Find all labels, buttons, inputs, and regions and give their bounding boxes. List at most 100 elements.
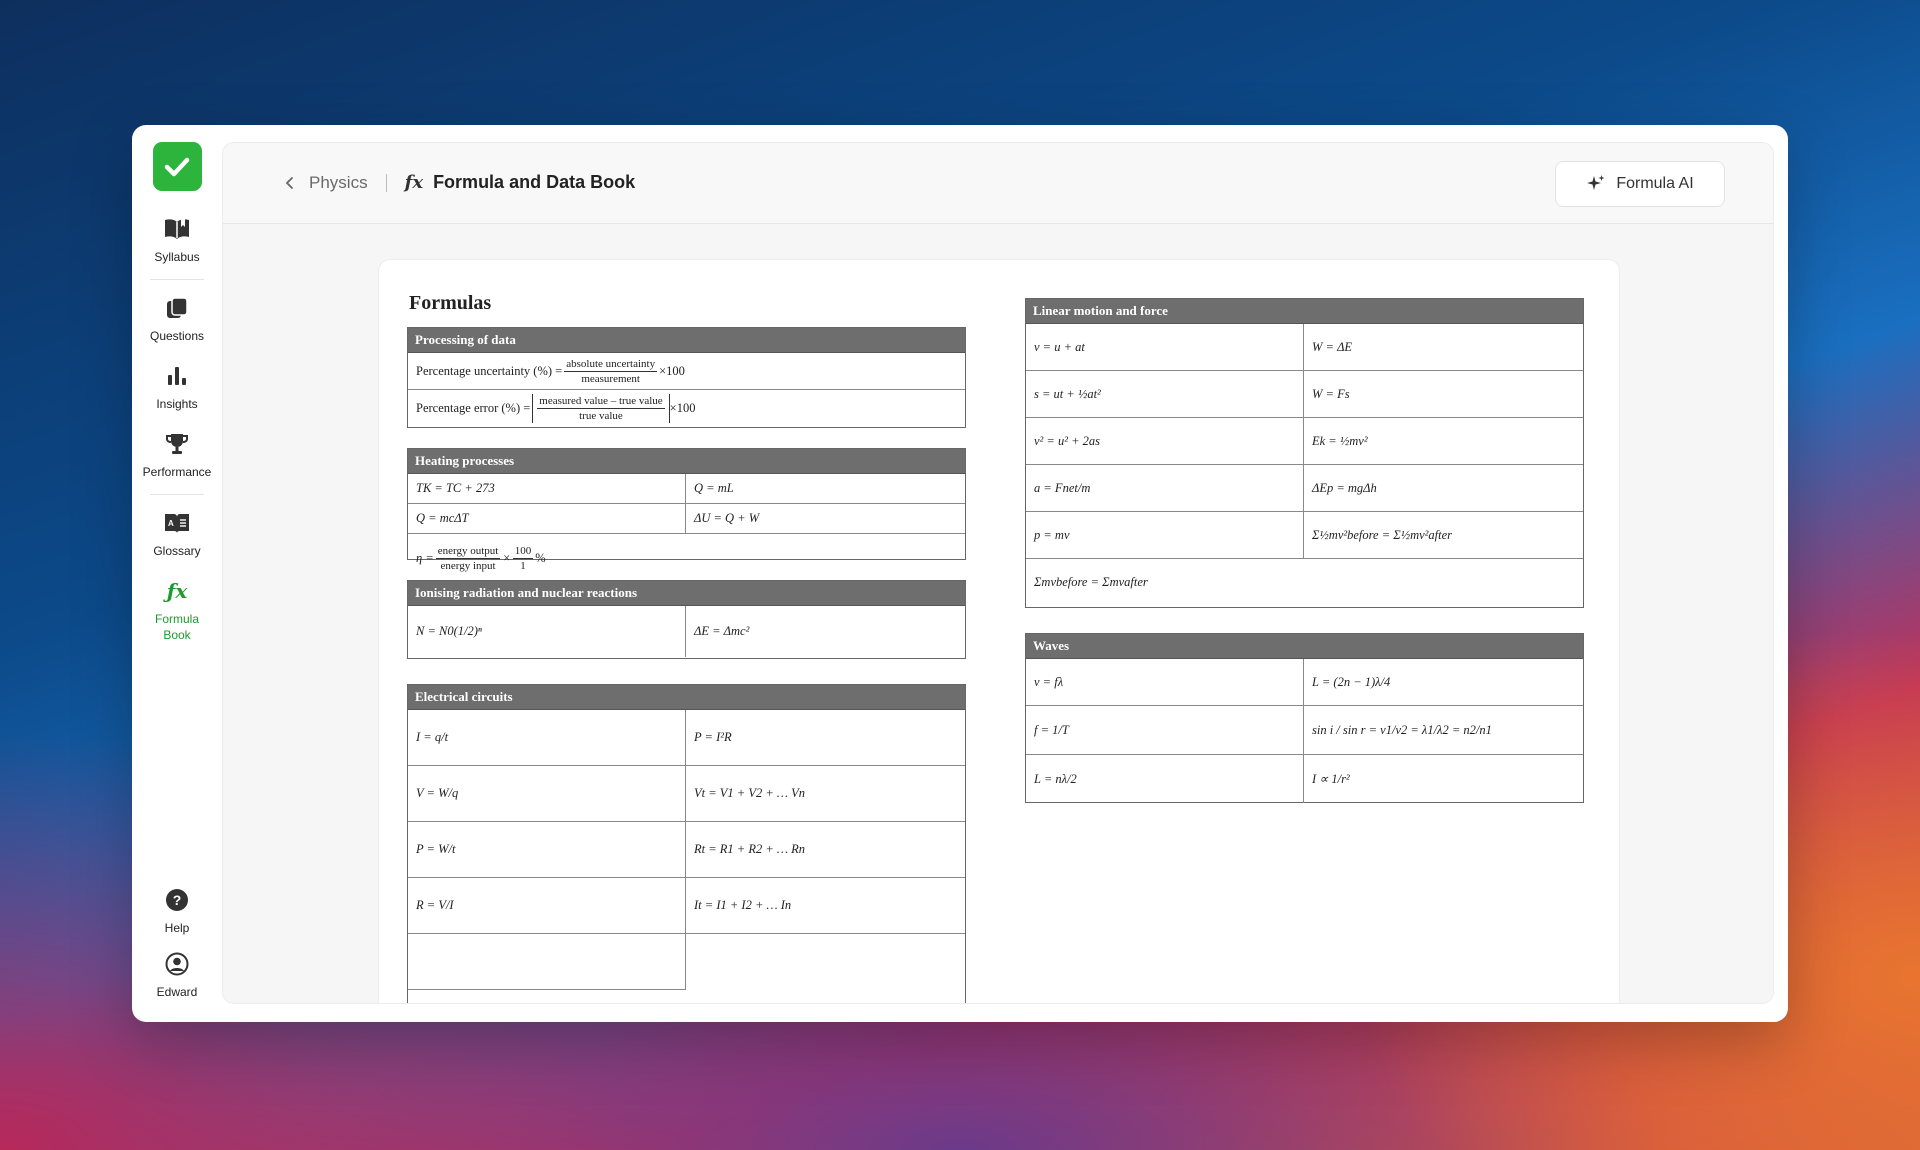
formula-cell: v² = u² + 2as xyxy=(1026,418,1304,465)
formula-cell: Rt = R1 + R2 + … Rn xyxy=(686,822,965,878)
svg-text:?: ? xyxy=(173,892,182,908)
formula-cell: a = Fnet/m xyxy=(1026,465,1304,512)
sidebar-item-label: Performance xyxy=(142,465,212,479)
formula-cell: Σmvbefore = Σmvafter xyxy=(1034,575,1148,589)
section-title: Processing of data xyxy=(408,328,965,353)
denominator: measurement xyxy=(581,372,640,385)
section-electrical-circuits: Electrical circuits I = q/t P = I²R V = … xyxy=(407,684,966,1003)
cards-icon xyxy=(163,294,191,322)
numerator: energy output xyxy=(435,544,501,559)
absolute-bars: measured value – true value true value xyxy=(532,393,670,423)
formula-cell: P = I²R xyxy=(686,710,965,766)
denominator: energy input xyxy=(440,559,496,572)
sidebar-item-glossary[interactable]: A Glossary xyxy=(132,509,222,559)
times-sign: × xyxy=(502,550,511,565)
sidebar-item-user[interactable]: Edward xyxy=(132,950,222,1000)
sidebar-item-label: Questions xyxy=(149,329,205,343)
section-title: Electrical circuits xyxy=(408,685,965,710)
fraction: energy output energy input xyxy=(435,544,501,573)
top-bar: Physics fx Formula and Data Book Formula… xyxy=(223,143,1773,224)
trophy-icon xyxy=(163,430,191,458)
help-icon: ? xyxy=(163,886,191,914)
sidebar-item-label: Insights xyxy=(156,397,198,411)
app-logo[interactable] xyxy=(152,142,202,191)
fraction: 100 1 xyxy=(512,544,534,573)
app-window: Syllabus Questions Insights Performance … xyxy=(132,125,1788,1022)
formula-lhs: η = xyxy=(416,550,434,565)
numerator: absolute uncertainty xyxy=(564,357,658,372)
formula-ai-button[interactable]: Formula AI xyxy=(1555,161,1725,207)
sidebar-item-syllabus[interactable]: Syllabus xyxy=(132,215,222,265)
denominator: true value xyxy=(579,409,623,422)
formula-cell: Ek = ½mv² xyxy=(1304,418,1583,465)
formula-cell: ΔU = Q + W xyxy=(686,504,965,534)
formula-cell: L = nλ/2 xyxy=(1026,755,1304,803)
formula-cell: L = (2n − 1)λ/4 xyxy=(1304,659,1583,706)
sparkle-icon xyxy=(1587,175,1605,190)
sidebar: Syllabus Questions Insights Performance … xyxy=(132,125,222,1022)
section-linear-motion: Linear motion and force v = u + at W = Δ… xyxy=(1025,298,1584,608)
formula-lhs: Percentage uncertainty (%) = xyxy=(416,363,563,378)
formula-ai-label: Formula AI xyxy=(1616,175,1694,192)
section-title: Waves xyxy=(1026,634,1583,659)
percent-unit: % xyxy=(535,550,546,565)
document-heading: Formulas xyxy=(409,292,492,314)
formula-cell: v = u + at xyxy=(1026,324,1304,371)
sidebar-divider xyxy=(150,494,204,495)
sidebar-item-insights[interactable]: Insights xyxy=(132,362,222,412)
breadcrumb: Physics fx Formula and Data Book xyxy=(283,172,635,193)
dictionary-icon: A xyxy=(163,509,191,537)
formula-cell: ΔE = Δmc² xyxy=(694,624,750,638)
section-waves: Waves v = fλ L = (2n − 1)λ/4 f = 1/T sin… xyxy=(1025,633,1584,803)
checkmark-icon xyxy=(164,157,190,176)
formula-cell: Q = mcΔT xyxy=(408,504,686,534)
formula-cell: Vt = V1 + V2 + … Vn xyxy=(686,766,965,822)
formula-efficiency: η = energy output energy input × 100 1 % xyxy=(408,534,965,582)
formula-cell: It = I1 + I2 + … In xyxy=(686,878,965,934)
formula-cell: V = W/q xyxy=(408,766,686,822)
page-title: Formula and Data Book xyxy=(433,172,636,192)
formula-cell: ΔEp = mgΔh xyxy=(1304,465,1583,512)
section-title: Linear motion and force xyxy=(1026,299,1583,324)
section-processing-of-data: Processing of data Percentage uncertaint… xyxy=(407,327,966,428)
section-heating-processes: Heating processes TK = TC + 273 Q = mL Q… xyxy=(407,448,966,572)
chevron-left-icon[interactable] xyxy=(283,173,303,193)
section-title: Ionising radiation and nuclear reactions xyxy=(408,581,965,606)
svg-text:A: A xyxy=(168,519,174,528)
multiplier: ×100 xyxy=(659,363,685,378)
formula-cell: Q = mL xyxy=(686,474,965,504)
formula-cell: R = V/I xyxy=(408,878,686,934)
bar-chart-icon xyxy=(163,362,191,390)
multiplier: ×100 xyxy=(669,400,696,415)
formula-cell: s = ut + ½at² xyxy=(1026,371,1304,418)
sidebar-item-performance[interactable]: Performance xyxy=(132,430,222,480)
formula-cell: W = Fs xyxy=(1304,371,1583,418)
formula-cell: v = fλ xyxy=(1026,659,1304,706)
breadcrumb-parent-link[interactable]: Physics xyxy=(309,173,368,193)
sidebar-item-questions[interactable]: Questions xyxy=(132,294,222,344)
fx-icon: ƒx xyxy=(166,579,188,603)
formula-lhs: Percentage error (%) = xyxy=(416,400,531,415)
denominator: 1 xyxy=(520,559,526,572)
sidebar-item-label: Edward xyxy=(156,985,198,999)
formula-document: Formulas Processing of data Percentage u… xyxy=(378,259,1620,1003)
formula-cell: P = W/t xyxy=(408,822,686,878)
formula-cell: I = q/t xyxy=(408,710,686,766)
formula-percentage-uncertainty: Percentage uncertainty (%) = absolute un… xyxy=(408,353,965,390)
sidebar-item-formula-book[interactable]: ƒx Formula Book xyxy=(132,577,222,643)
fraction: absolute uncertainty measurement xyxy=(564,357,658,386)
formula-cell: N = N0(1/2)ⁿ xyxy=(408,606,686,657)
sidebar-item-label: Glossary xyxy=(153,544,201,558)
fraction: measured value – true value true value xyxy=(537,394,665,423)
main-panel: Physics fx Formula and Data Book Formula… xyxy=(222,142,1774,1004)
user-avatar-icon xyxy=(163,950,191,978)
sidebar-item-label: Formula Book xyxy=(154,612,199,642)
formula-cell: sin i / sin r = v1/v2 = λ1/λ2 = n2/n1 xyxy=(1304,706,1583,755)
fx-icon: fx xyxy=(404,172,424,193)
sidebar-item-help[interactable]: ? Help xyxy=(132,886,222,936)
breadcrumb-divider xyxy=(385,173,387,192)
formula-cell: I ∝ 1/r² xyxy=(1312,772,1350,786)
formula-percentage-error: Percentage error (%) = measured value – … xyxy=(408,390,965,426)
numerator: measured value – true value xyxy=(537,394,665,409)
section-title: Heating processes xyxy=(408,449,965,474)
